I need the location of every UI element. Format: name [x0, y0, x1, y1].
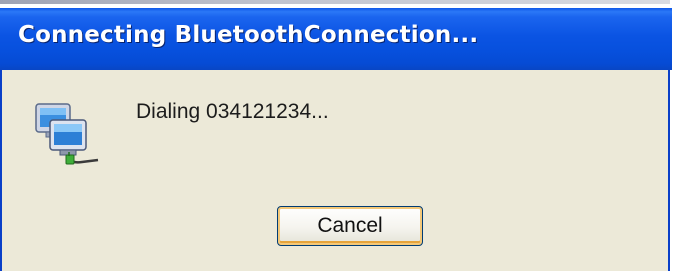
- connecting-dialog: Connecting BluetoothConnection... Dialin…: [0, 8, 672, 271]
- title-bar[interactable]: Connecting BluetoothConnection...: [0, 8, 672, 70]
- cancel-button-label: Cancel: [317, 214, 383, 237]
- background-strip: [0, 0, 670, 8]
- network-connection-icon: [32, 98, 104, 170]
- cancel-button[interactable]: Cancel: [277, 206, 423, 246]
- status-message: Dialing 034121234...: [136, 100, 329, 123]
- window-title: Connecting BluetoothConnection...: [18, 22, 479, 48]
- dialog-content: Dialing 034121234... Cancel: [2, 70, 668, 271]
